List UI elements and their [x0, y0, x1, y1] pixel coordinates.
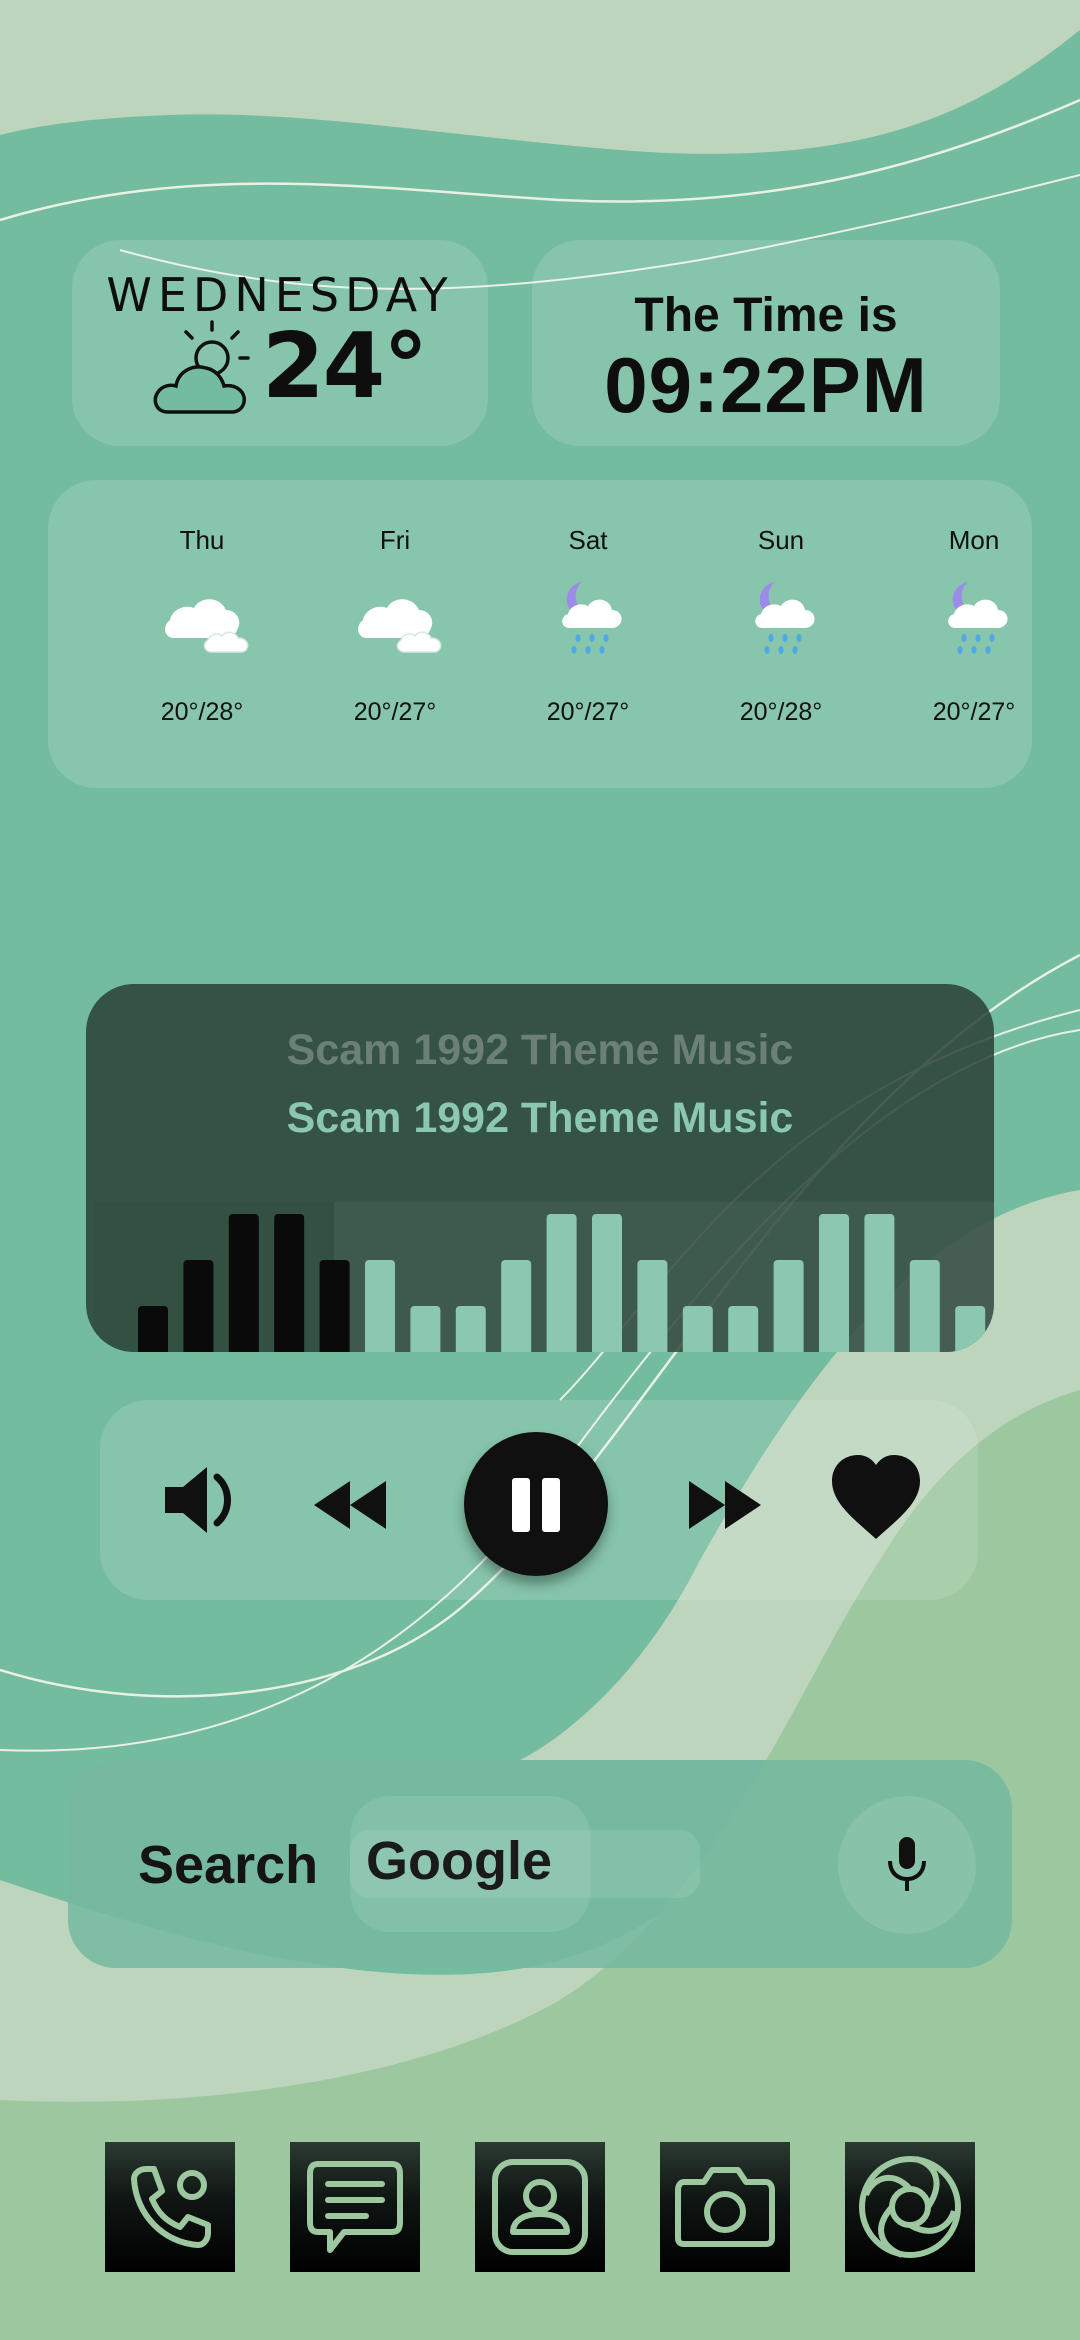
forecast-day: Sat 20°/27°	[508, 480, 668, 788]
music-widget[interactable]: Scam 1992 Theme Music Scam 1992 Theme Mu…	[86, 984, 994, 1352]
favorite-button[interactable]	[822, 1444, 930, 1552]
forecast-widget[interactable]: Thu 20°/28° Fri 20°/27° Sat 20°/27° Sun	[48, 480, 1032, 788]
equalizer[interactable]	[86, 984, 994, 1352]
phone-icon	[131, 2166, 211, 2248]
equalizer-bar	[274, 1214, 305, 1352]
volume-icon	[165, 1467, 231, 1533]
current-temperature: 24°	[262, 314, 428, 419]
night-rain-icon	[562, 582, 622, 654]
forecast-temps: 20°/27°	[353, 698, 437, 726]
search-widget[interactable]: Search Google	[68, 1760, 1012, 1968]
cloudy-icon	[358, 599, 442, 653]
forecast-day-name: Mon	[948, 525, 1000, 555]
message-icon	[307, 2161, 403, 2253]
google-label: Google	[366, 1831, 552, 1891]
search-label: Search	[138, 1835, 319, 1895]
forecast-temps: 20°/27°	[546, 698, 630, 726]
forecast-day: Sun 20°/28°	[701, 480, 861, 788]
forecast-day-name: Fri	[379, 525, 411, 555]
forecast-day: Mon 20°/27°	[894, 480, 1054, 788]
equalizer-bar	[864, 1214, 895, 1352]
heart-icon	[832, 1455, 920, 1539]
partly-cloudy-icon	[153, 320, 250, 414]
equalizer-bar	[637, 1260, 668, 1352]
pause-button[interactable]	[464, 1432, 608, 1576]
forecast-temps: 20°/28°	[739, 698, 823, 726]
pause-icon	[464, 1432, 608, 1576]
phone-app[interactable]	[105, 2142, 235, 2272]
equalizer-bar	[728, 1306, 759, 1352]
night-rain-icon	[755, 582, 815, 654]
equalizer-bar	[365, 1260, 395, 1352]
forecast-day: Fri 20°/27°	[315, 480, 475, 788]
browser-icon	[859, 2156, 961, 2258]
camera-app[interactable]	[660, 2142, 790, 2272]
forecast-day-name: Thu	[179, 525, 225, 555]
previous-button[interactable]	[300, 1455, 400, 1555]
equalizer-bar	[319, 1260, 350, 1352]
equalizer-bar	[501, 1260, 532, 1352]
equalizer-bar	[228, 1214, 259, 1352]
equalizer-bar	[909, 1260, 940, 1352]
messages-app[interactable]	[290, 2142, 420, 2272]
weather-widget[interactable]: WEDNESDAY 24°	[72, 240, 488, 446]
time-label: The Time is	[634, 289, 898, 342]
rewind-icon	[314, 1481, 386, 1529]
camera-icon	[675, 2167, 775, 2247]
forecast-temps: 20°/27°	[932, 698, 1016, 726]
contacts-icon	[492, 2159, 588, 2255]
contacts-app[interactable]	[475, 2142, 605, 2272]
equalizer-bar	[410, 1306, 441, 1352]
forecast-day-name: Sun	[757, 525, 805, 555]
night-rain-icon	[948, 582, 1008, 654]
equalizer-bar	[773, 1260, 804, 1352]
volume-button[interactable]	[152, 1450, 252, 1550]
equalizer-bar	[592, 1214, 622, 1352]
equalizer-bar	[183, 1260, 214, 1352]
equalizer-bar	[546, 1214, 577, 1352]
media-controls	[100, 1400, 978, 1600]
clock-widget[interactable]: The Time is 09:22PM	[532, 240, 1000, 446]
equalizer-bar	[455, 1306, 486, 1352]
forecast-temps: 20°/28°	[160, 698, 244, 726]
cloudy-icon	[165, 599, 249, 653]
next-button[interactable]	[675, 1455, 775, 1555]
equalizer-bar	[138, 1306, 168, 1352]
time-value: 09:22PM	[604, 341, 928, 429]
microphone-icon	[888, 1837, 926, 1891]
voice-search-button[interactable]	[838, 1796, 976, 1934]
fast-forward-icon	[689, 1481, 761, 1529]
equalizer-bar	[955, 1306, 986, 1352]
browser-app[interactable]	[845, 2142, 975, 2272]
equalizer-bar	[682, 1306, 713, 1352]
forecast-day-name: Sat	[568, 525, 608, 555]
forecast-day: Thu 20°/28°	[122, 480, 282, 788]
equalizer-bar	[819, 1214, 849, 1352]
